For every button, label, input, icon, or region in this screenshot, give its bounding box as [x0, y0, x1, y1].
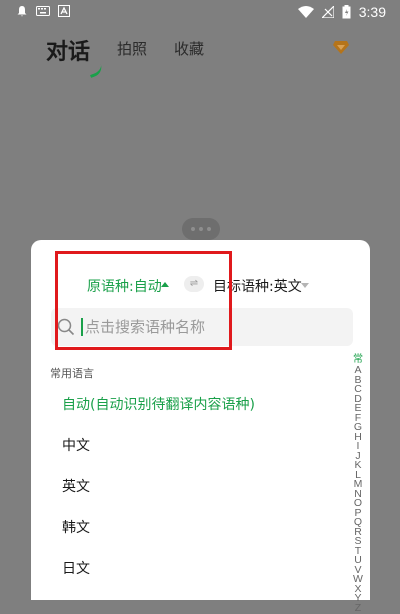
section-title: 常用语言 — [50, 367, 94, 380]
diamond-icon[interactable] — [332, 38, 350, 56]
active-tab-indicator — [85, 59, 105, 78]
tab-photo[interactable]: 拍照 — [117, 38, 147, 59]
no-signal-icon — [321, 6, 334, 18]
keyboard-icon — [36, 6, 50, 16]
list-item-english[interactable]: 英文 — [31, 467, 351, 508]
status-left-icons — [16, 5, 70, 17]
alphabet-index-bar[interactable]: 常ABCDEFGHIJKLMNOPQRSTUVWXYZ — [351, 354, 365, 613]
tab-favorites[interactable]: 收藏 — [174, 38, 204, 59]
list-item-chinese[interactable]: 中文 — [31, 426, 351, 467]
status-bar: 3:39 — [0, 0, 400, 26]
sheet-drag-handle[interactable] — [182, 218, 220, 240]
wifi-icon — [297, 6, 314, 18]
handle-dot — [191, 227, 195, 231]
status-time: 3:39 — [358, 4, 386, 20]
handle-dot — [207, 227, 211, 231]
list-item-japanese[interactable]: 日文 — [31, 549, 351, 590]
handle-dot — [199, 227, 203, 231]
index-letter[interactable]: Y — [354, 593, 361, 604]
status-right-icons: 3:39 — [297, 4, 386, 20]
app-a-icon — [58, 5, 70, 17]
list-item-auto[interactable]: 自动(自动识别待翻译内容语种) — [31, 385, 351, 426]
notification-bell-icon — [17, 6, 27, 17]
index-letter[interactable]: Z — [355, 603, 361, 614]
list-item-korean[interactable]: 韩文 — [31, 508, 351, 549]
caret-down-icon — [301, 283, 309, 288]
battery-icon — [342, 5, 351, 19]
language-list: 自动(自动识别待翻译内容语种) 中文 英文 韩文 日文 — [31, 385, 351, 590]
highlight-annotation-box — [55, 251, 232, 350]
page-title[interactable]: 对话 — [46, 34, 90, 66]
header: 对话 拍照 收藏 — [0, 26, 400, 78]
